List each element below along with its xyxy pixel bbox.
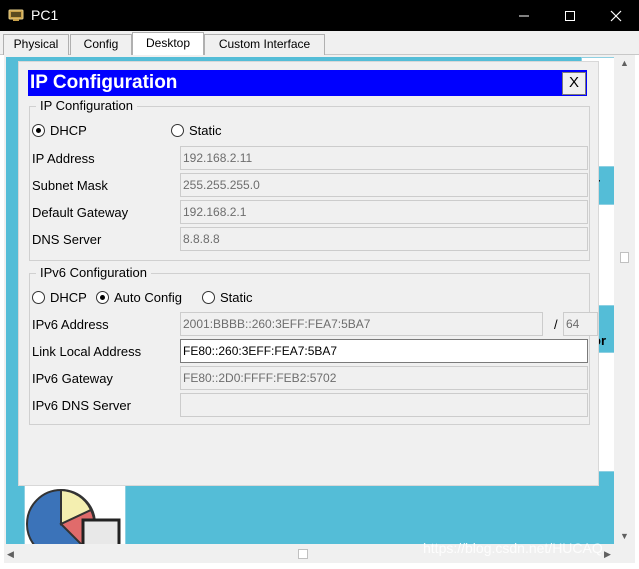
packet-tracer-pc-icon [8, 7, 26, 23]
vertical-scroll-thumb[interactable] [620, 252, 629, 263]
ipv6-dhcp-radio[interactable]: DHCP [32, 290, 92, 306]
maximize-button[interactable] [547, 0, 593, 31]
ipv6-address-label: IPv6 Address [32, 317, 109, 332]
ipv4-config-group: IP Configuration DHCP Static IP Address … [29, 98, 590, 261]
prefix-separator: / [554, 317, 558, 332]
watermark: https://blog.csdn.net/HUCAQ [423, 540, 603, 556]
tab-config[interactable]: Config [70, 34, 132, 55]
ipv4-group-legend: IP Configuration [36, 98, 137, 113]
scroll-right-icon[interactable]: ▶ [604, 549, 611, 560]
app-tile[interactable] [24, 481, 126, 544]
ipv6-config-group: IPv6 Configuration DHCP Auto Config Stat… [29, 265, 598, 425]
default-gateway-field[interactable]: 192.168.2.1 [180, 200, 588, 224]
window-title-bar: PC1 [0, 0, 639, 31]
radio-selected-icon [32, 124, 45, 137]
tab-strip: Physical Config Desktop Custom Interface [0, 31, 639, 55]
link-local-address-label: Link Local Address [32, 344, 142, 359]
ipv6-address-field[interactable]: 2001:BBBB::260:3EFF:FEA7:5BA7 [180, 312, 543, 336]
dialog-header: IP Configuration [28, 70, 587, 96]
pie-chart-app-icon [26, 488, 121, 544]
radio-unselected-icon [32, 291, 45, 304]
ipv6-dns-server-field[interactable] [180, 393, 588, 417]
ipv6-gateway-label: IPv6 Gateway [32, 371, 113, 386]
maximize-icon [565, 11, 575, 21]
scroll-left-icon[interactable]: ◀ [7, 549, 14, 560]
tab-desktop[interactable]: Desktop [132, 32, 204, 55]
radio-unselected-icon [202, 291, 215, 304]
ip-configuration-dialog: IP Configuration X IP Configuration DHCP… [18, 61, 599, 486]
dialog-title: IP Configuration [30, 72, 178, 93]
tab-custom-interface[interactable]: Custom Interface [204, 34, 325, 55]
ip-address-label: IP Address [32, 151, 95, 166]
ipv6-static-radio[interactable]: Static [202, 290, 272, 306]
window-title: PC1 [31, 7, 59, 23]
close-window-button[interactable] [593, 0, 639, 31]
scroll-down-icon[interactable]: ▼ [620, 531, 629, 541]
ip-address-field[interactable]: 192.168.2.11 [180, 146, 588, 170]
radio-unselected-icon [171, 124, 184, 137]
radio-selected-icon [96, 291, 109, 304]
dns-server-label: DNS Server [32, 232, 102, 247]
ipv6-gateway-field[interactable]: FE80::2D0:FFFF:FEB2:5702 [180, 366, 588, 390]
dns-server-field[interactable]: 8.8.8.8 [180, 227, 588, 251]
ipv4-static-radio[interactable]: Static [171, 123, 241, 139]
default-gateway-label: Default Gateway [32, 205, 129, 220]
vertical-scrollbar[interactable]: ▲ ▼ [616, 55, 633, 544]
scroll-up-icon[interactable]: ▲ [620, 58, 629, 68]
dialog-close-button[interactable]: X [562, 72, 586, 95]
minimize-icon [519, 15, 529, 17]
close-icon [610, 10, 622, 22]
subnet-mask-field[interactable]: 255.255.255.0 [180, 173, 588, 197]
link-local-address-field[interactable]: FE80::260:3EFF:FEA7:5BA7 [180, 339, 588, 363]
subnet-mask-label: Subnet Mask [32, 178, 108, 193]
ipv4-dhcp-radio[interactable]: DHCP [32, 123, 102, 139]
minimize-button[interactable] [501, 0, 547, 31]
horizontal-scroll-thumb[interactable] [298, 549, 308, 559]
ipv6-dns-server-label: IPv6 DNS Server [32, 398, 131, 413]
ipv6-group-legend: IPv6 Configuration [36, 265, 151, 280]
ipv6-auto-config-radio[interactable]: Auto Config [96, 290, 196, 306]
tab-physical[interactable]: Physical [3, 34, 69, 55]
ipv6-prefix-length-field[interactable]: 64 [563, 312, 598, 336]
